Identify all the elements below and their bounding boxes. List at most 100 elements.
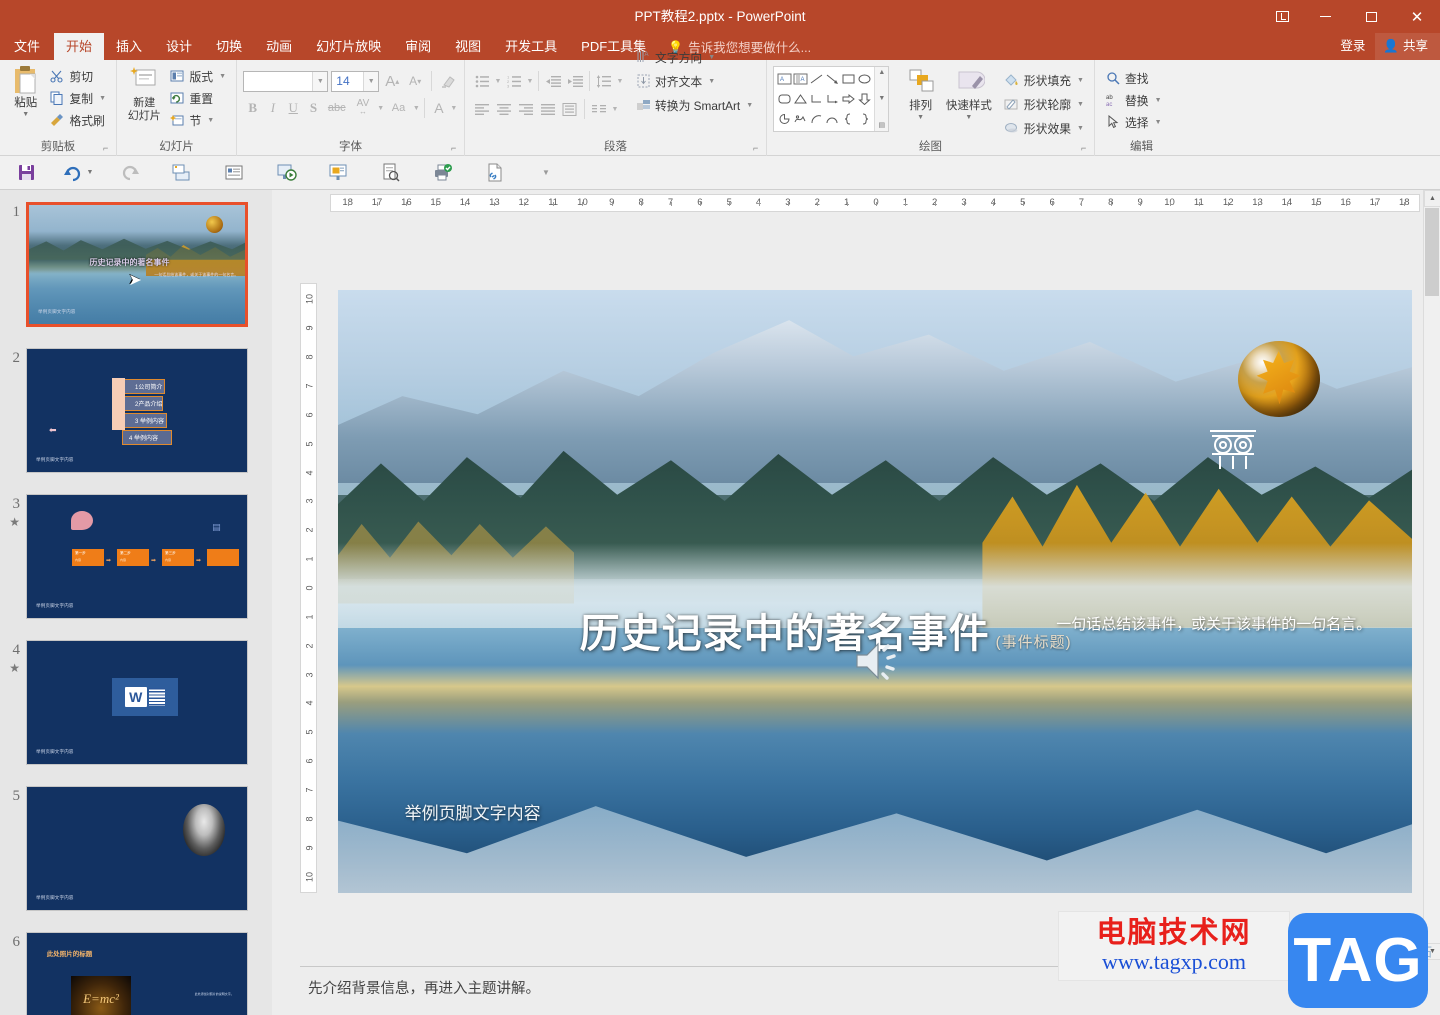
chevron-down-icon[interactable]: ▼ <box>312 71 328 91</box>
thumbnail-image-5[interactable]: 举例页脚文字内容 <box>26 786 248 911</box>
thumbnail-image-4[interactable]: W 举例页脚文字内容 <box>26 640 248 765</box>
chevron-down-icon[interactable]: ▼ <box>610 106 620 113</box>
cut-button[interactable]: 剪切 <box>45 65 110 87</box>
link-doc-icon[interactable] <box>468 158 520 188</box>
tab-file[interactable]: 文件 <box>0 33 54 60</box>
strikethrough-button[interactable]: abc <box>324 97 349 120</box>
slide-title[interactable]: 历史记录中的著名事件 (事件标题) <box>580 601 1072 659</box>
align-left-button[interactable] <box>471 98 493 120</box>
arrange-button[interactable]: 排列 ▼ <box>897 66 943 121</box>
chevron-down-icon[interactable]: ▼ <box>525 78 535 85</box>
tab-animations[interactable]: 动画 <box>254 33 304 60</box>
layout-button[interactable]: 版式 ▼ <box>165 65 230 87</box>
tab-view[interactable]: 视图 <box>443 33 493 60</box>
distribute-button[interactable] <box>559 98 581 120</box>
main-vertical-scrollbar[interactable]: ▲ ▼ <box>1423 190 1440 960</box>
align-text-button[interactable]: 对齐文本 ▼ <box>631 69 757 93</box>
ribbon-display-options-icon[interactable] <box>1262 0 1302 33</box>
tab-developer[interactable]: 开发工具 <box>493 33 569 60</box>
redo-icon[interactable] <box>104 158 156 188</box>
share-button[interactable]: 👤 共享 <box>1375 33 1440 60</box>
italic-button[interactable]: I <box>263 97 282 120</box>
slide-thumbnail-panel[interactable]: 1 历史记录中的著名事件 一句话总结该事件，或关于该事件的一句名言。 ➤ 举例页… <box>0 190 272 1015</box>
slide-subtitle[interactable]: 一句话总结该事件，或关于该事件的一句名言。 <box>1056 613 1371 634</box>
shape-outline-button[interactable]: 形状轮廓 ▼ <box>1000 92 1088 116</box>
shape-rounded-rect-icon[interactable] <box>776 89 792 109</box>
change-case-button[interactable]: Aa <box>386 97 411 120</box>
shape-left-brace-icon[interactable] <box>840 109 856 129</box>
columns-button[interactable] <box>588 98 610 120</box>
thumbnail-image-3[interactable]: ▤ 第一步 内容 ➡ 第二步 内容 ➡ 第三步 内容 ➡ 举例页脚文字内容 <box>26 494 248 619</box>
thumbnail-image-6[interactable]: 此处照片的标题 E=mc² 此处添加对照片的说明文字。 <box>26 932 248 1015</box>
chevron-down-icon[interactable]: ▼ <box>363 71 379 91</box>
underline-button[interactable]: U <box>284 97 303 120</box>
print-check-icon[interactable] <box>416 158 468 188</box>
font-color-button[interactable]: A <box>429 97 448 120</box>
grow-font-button[interactable]: A ▴ <box>382 70 402 93</box>
thumbnail-slide-6[interactable]: 6 此处照片的标题 E=mc² 此处添加对照片的说明文字。 <box>0 932 272 1015</box>
thumbnail-image-1[interactable]: 历史记录中的著名事件 一句话总结该事件，或关于该事件的一句名言。 ➤ 举例页脚文… <box>26 202 248 327</box>
numbering-button[interactable]: 123 <box>503 70 525 92</box>
thumbnail-slide-2[interactable]: 2 1公司简介 2产品介绍 3 举例内容 4 举例内容 ⬅ 举例页脚文字内容 <box>0 348 272 473</box>
find-button[interactable]: 查找 <box>1101 67 1166 89</box>
print-preview-icon[interactable] <box>364 158 416 188</box>
sign-in-link[interactable]: 登录 <box>1330 33 1375 60</box>
shape-right-arrow-icon[interactable] <box>840 89 856 109</box>
leaf-circle-image[interactable] <box>1237 340 1320 417</box>
scroll-up-icon[interactable]: ▲ <box>878 69 885 76</box>
text-shadow-button[interactable]: S <box>304 97 323 120</box>
shapes-gallery-scrollbar[interactable]: ▲ ▼ ▤ <box>874 67 889 131</box>
shape-arrow-icon[interactable] <box>824 69 840 89</box>
align-right-button[interactable] <box>515 98 537 120</box>
increase-indent-button[interactable] <box>564 70 586 92</box>
shapes-gallery[interactable]: A A ▲ ▼ ▤ <box>773 66 890 132</box>
chevron-down-icon[interactable]: ▼ <box>615 78 625 85</box>
shape-right-brace-icon[interactable] <box>856 109 872 129</box>
paste-button[interactable]: 粘贴 ▼ <box>6 63 45 135</box>
copy-button[interactable]: 复制 ▼ <box>45 87 110 109</box>
shape-textbox-icon[interactable]: A <box>776 69 792 89</box>
shape-curve-icon[interactable] <box>824 109 840 129</box>
chevron-down-icon[interactable]: ▼ <box>377 105 385 112</box>
chevron-down-icon[interactable]: ▼ <box>493 78 503 85</box>
tab-design[interactable]: 设计 <box>154 33 204 60</box>
justify-button[interactable] <box>537 98 559 120</box>
bullets-button[interactable] <box>471 70 493 92</box>
main-scroll-thumb[interactable] <box>1425 208 1439 296</box>
shape-freeform-icon[interactable] <box>792 109 808 129</box>
replace-button[interactable]: ab ac 替换 ▼ <box>1101 89 1166 111</box>
shape-effects-button[interactable]: 形状效果 ▼ <box>1000 116 1088 140</box>
minimize-icon[interactable] <box>1302 0 1348 33</box>
present-icon[interactable] <box>312 158 364 188</box>
shape-elbow-arrow-icon[interactable] <box>824 89 840 109</box>
qat-more-icon[interactable]: ▼ <box>520 158 572 188</box>
chevron-down-icon[interactable]: ▼ <box>87 169 94 176</box>
shape-down-arrow-icon[interactable] <box>856 89 872 109</box>
tab-review[interactable]: 审阅 <box>393 33 443 60</box>
thumbnail-image-2[interactable]: 1公司简介 2产品介绍 3 举例内容 4 举例内容 ⬅ 举例页脚文字内容 <box>26 348 248 473</box>
quick-styles-button[interactable]: 快速样式 ▼ <box>944 66 994 121</box>
paragraph-dialog-launcher[interactable]: ⌐ <box>753 144 762 153</box>
vertical-ruler[interactable]: 10 9 8 7 6 5 4 3 2 1 0 1 2 3 4 5 6 7 8 9 10 <box>300 283 317 893</box>
shape-triangle-icon[interactable] <box>792 89 808 109</box>
clipboard-dialog-launcher[interactable]: ⌐ <box>103 144 112 153</box>
slide-canvas[interactable]: 历史记录中的著名事件 (事件标题) 一句话总结该事件，或关于该事件的一句名言。 举… <box>338 290 1412 893</box>
shape-rectangle-icon[interactable] <box>840 69 856 89</box>
shape-fill-button[interactable]: 形状填充 ▼ <box>1000 68 1088 92</box>
thumbnail-slide-1[interactable]: 1 历史记录中的著名事件 一句话总结该事件，或关于该事件的一句名言。 ➤ 举例页… <box>0 202 272 327</box>
clear-formatting-button[interactable] <box>438 70 458 93</box>
convert-smartart-button[interactable]: 转换为 SmartArt ▼ <box>631 93 757 117</box>
font-dialog-launcher[interactable]: ⌐ <box>451 144 460 153</box>
scroll-up-icon[interactable]: ▲ <box>1424 190 1440 207</box>
from-beginning-icon[interactable] <box>156 158 208 188</box>
line-spacing-button[interactable] <box>593 70 615 92</box>
thumbnail-slide-4[interactable]: 4 ★ W 举例页脚文字内容 <box>0 640 272 765</box>
tab-home[interactable]: 开始 <box>54 33 105 60</box>
character-spacing-button[interactable]: AV ↔ <box>350 97 375 120</box>
shape-arc-icon[interactable] <box>808 109 824 129</box>
tab-slideshow[interactable]: 幻灯片放映 <box>304 33 393 60</box>
new-slide-button[interactable]: 新建 幻灯片 <box>123 63 165 135</box>
chevron-down-icon[interactable]: ▼ <box>878 95 885 102</box>
chevron-down-icon[interactable]: ▼ <box>450 105 458 112</box>
slide-footer-text[interactable]: 举例页脚文字内容 <box>405 799 541 824</box>
